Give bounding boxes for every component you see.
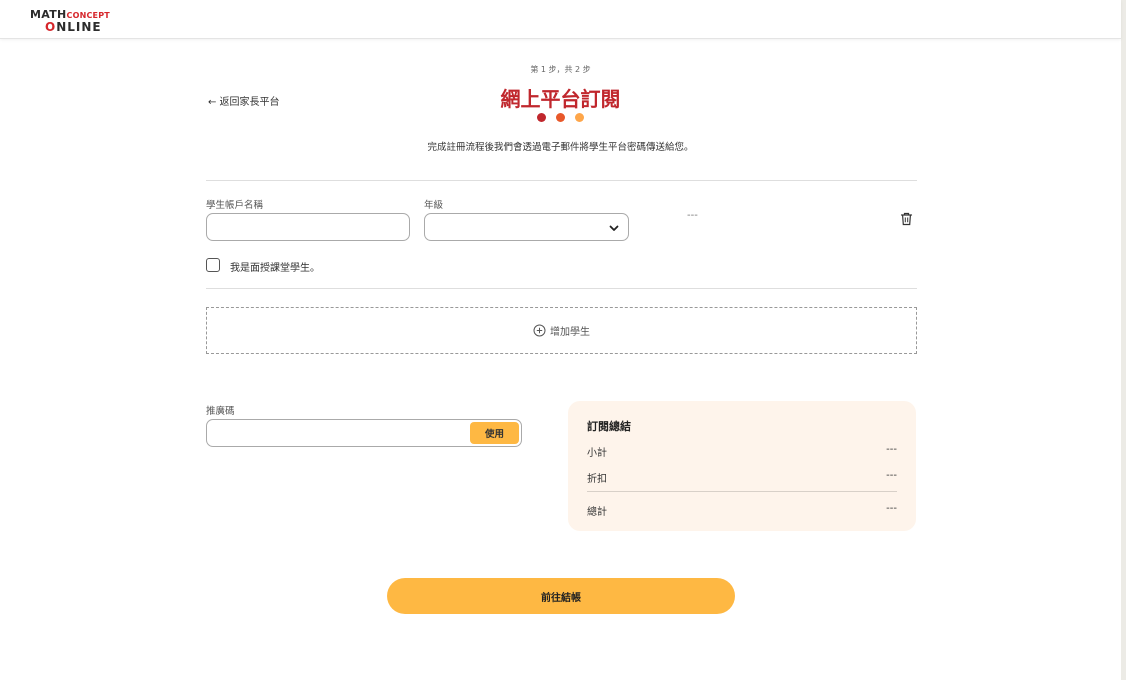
discount-value: --- [886, 470, 897, 481]
apply-promo-button[interactable]: 使用 [470, 422, 519, 444]
student-price: --- [687, 210, 698, 221]
grade-label: 年級 [424, 200, 444, 211]
add-student-label: 增加學生 [550, 327, 590, 338]
promo-code-label: 推廣碼 [206, 406, 235, 417]
total-value: --- [886, 503, 897, 514]
page-scroll-gutter [1121, 0, 1126, 680]
top-navigation-bar: MATHCONCEPT ONLINE [0, 0, 1121, 39]
add-student-button[interactable]: 增加學生 [206, 307, 917, 354]
proceed-to-checkout-button[interactable]: 前往結帳 [387, 578, 735, 614]
divider [206, 288, 917, 289]
in-person-student-label: 我是面授課堂學生。 [230, 263, 320, 274]
plus-circle-icon [533, 324, 546, 337]
subtotal-value: --- [886, 444, 897, 455]
subscription-summary-panel: 訂閱總結 小計 --- 折扣 --- 總計 --- [568, 401, 916, 531]
grade-select[interactable] [424, 213, 629, 241]
discount-label: 折扣 [587, 474, 607, 485]
summary-title: 訂閱總結 [587, 420, 631, 433]
account-name-input[interactable] [206, 213, 410, 241]
in-person-student-checkbox[interactable] [206, 258, 220, 272]
summary-divider [587, 491, 897, 492]
total-label: 總計 [587, 507, 607, 518]
trash-icon[interactable] [900, 211, 913, 230]
progress-dots [537, 113, 584, 122]
progress-dot-2 [556, 113, 565, 122]
math-concept-online-logo[interactable]: MATHCONCEPT ONLINE [30, 5, 110, 33]
account-name-label: 學生帳戶名稱 [206, 200, 264, 211]
subtotal-label: 小計 [587, 448, 607, 459]
page-title: 網上平台訂閱 [500, 87, 621, 111]
progress-dot-3 [575, 113, 584, 122]
page-description: 完成註冊流程後我們會透過電子郵件將學生平台密碼傳送給您。 [427, 142, 694, 153]
step-indicator: 第 1 步，共 2 步 [530, 65, 591, 74]
divider [206, 180, 917, 181]
progress-dot-1 [537, 113, 546, 122]
chevron-down-icon [609, 225, 619, 231]
